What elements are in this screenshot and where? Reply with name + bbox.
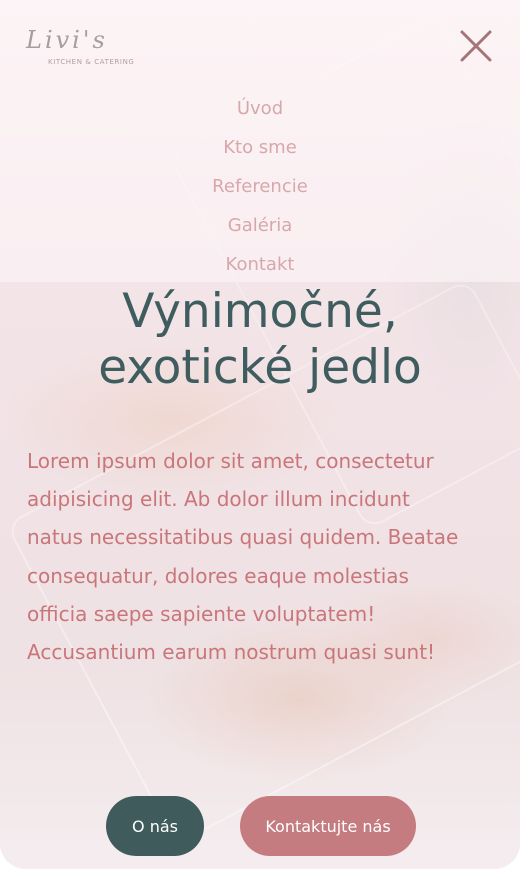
mobile-page: Livi's KITCHEN & CATERING Úvod Kto sme R… <box>0 0 520 869</box>
nav-item-kontakt[interactable]: Kontakt <box>0 248 520 287</box>
hero-title-line2: exotické jedlo <box>98 340 422 395</box>
about-button[interactable]: O nás <box>106 796 204 856</box>
logo-script-text: Livi's <box>26 26 108 54</box>
nav-item-referencie[interactable]: Referencie <box>0 170 520 209</box>
logo-tagline: KITCHEN & CATERING <box>48 58 135 66</box>
hero-title-line1: Výnimočné, <box>122 284 398 339</box>
nav-item-kto-sme[interactable]: Kto sme <box>0 131 520 170</box>
nav-item-galeria[interactable]: Galéria <box>0 209 520 248</box>
contact-button[interactable]: Kontaktujte nás <box>240 796 416 856</box>
main-nav: Úvod Kto sme Referencie Galéria Kontakt <box>0 92 520 287</box>
hero-title: Výnimočné, exotické jedlo <box>0 284 520 396</box>
hero-description: Lorem ipsum dolor sit amet, consectetur … <box>27 449 459 665</box>
close-x-icon[interactable] <box>458 28 494 64</box>
logo[interactable]: Livi's KITCHEN & CATERING <box>26 26 156 70</box>
close-x-icon-svg <box>460 30 492 62</box>
nav-item-uvod[interactable]: Úvod <box>0 92 520 131</box>
